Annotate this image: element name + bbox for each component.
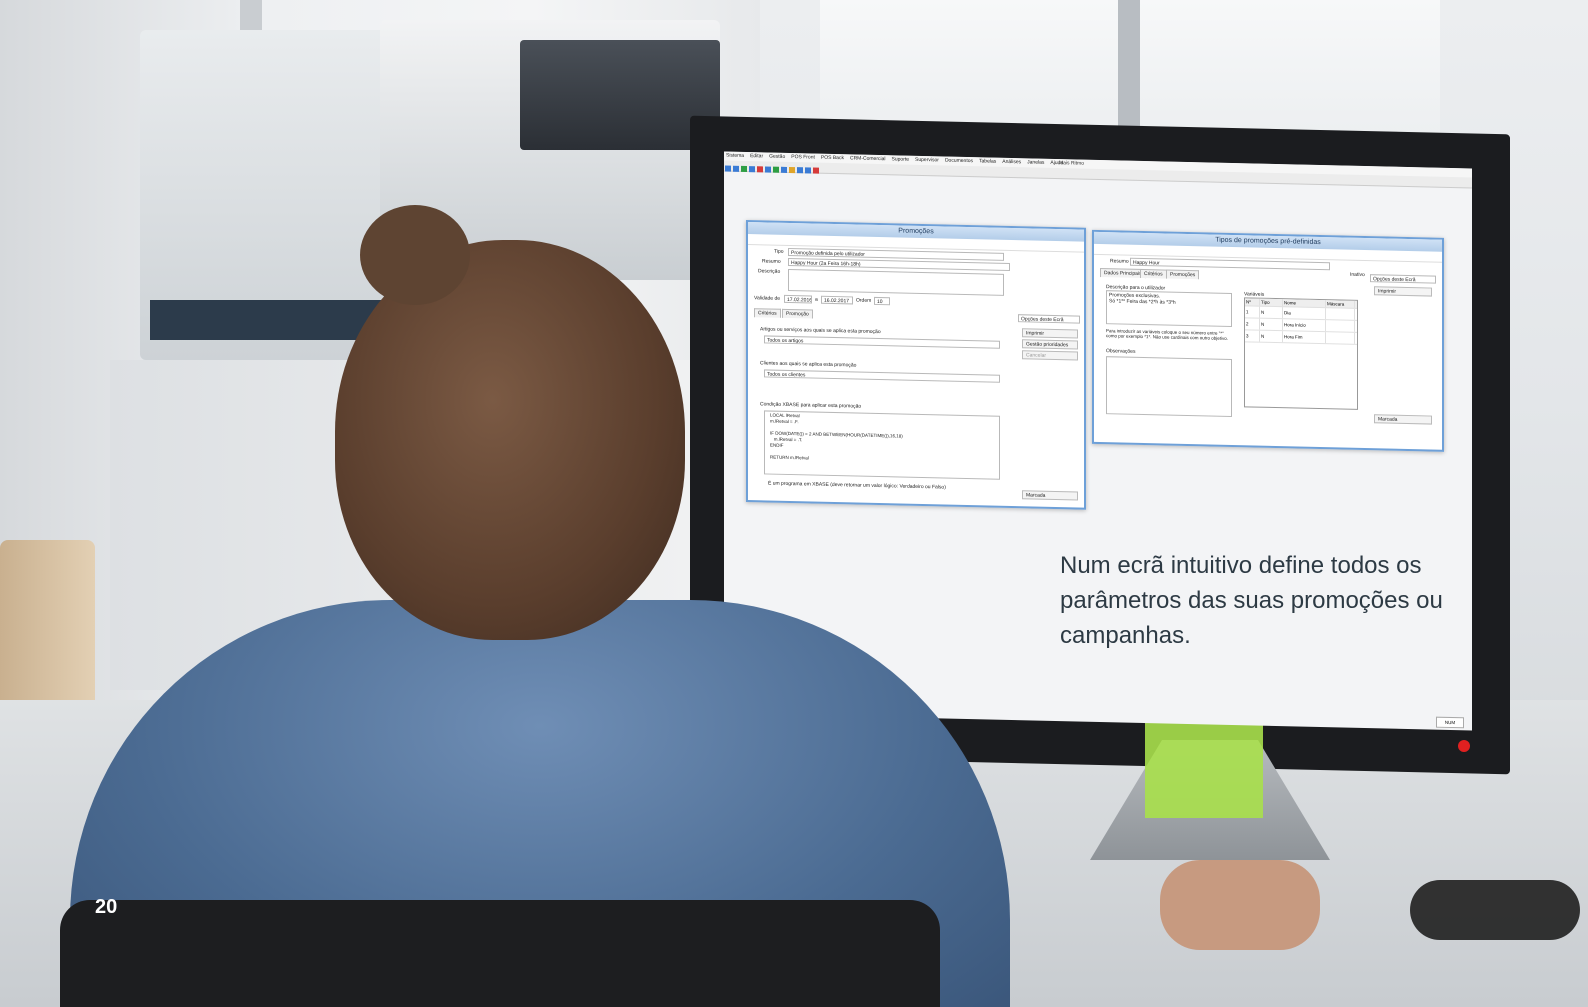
table-cell bbox=[1326, 308, 1355, 320]
resumo-label: Resumo bbox=[1110, 258, 1129, 265]
column-header: Nome bbox=[1283, 299, 1326, 308]
toolbar-icon[interactable] bbox=[773, 166, 779, 173]
table-cell: 3 bbox=[1245, 330, 1260, 342]
promocoes-window: Promoções Tipo Promoção definida pelo ut… bbox=[746, 220, 1086, 510]
toolbar-icon[interactable] bbox=[741, 165, 747, 173]
toolbar-icon[interactable] bbox=[757, 166, 763, 173]
tab-dados-principais[interactable]: Dados Principais bbox=[1100, 268, 1146, 279]
gestao-prioridades-button[interactable]: Gestão prioridades bbox=[1022, 339, 1078, 350]
caption-text: Num ecrã intuitivo define todos os parâm… bbox=[1060, 552, 1443, 649]
inativo-checkbox[interactable]: Inativo bbox=[1350, 272, 1365, 278]
cable bbox=[1410, 880, 1580, 940]
column-header: Máscara bbox=[1326, 300, 1355, 308]
menu-item[interactable]: Tabelas bbox=[979, 157, 996, 166]
person-hair-bun bbox=[360, 205, 470, 305]
opcoes-select[interactable]: Opções deste Ecrã bbox=[1370, 274, 1436, 284]
artigos-select[interactable]: Todos os artigos bbox=[764, 335, 1000, 349]
menu-item[interactable]: Análises bbox=[1002, 158, 1021, 167]
office-photo: Sistema Editar Gestão POS Front POS Back CRM-… bbox=[0, 0, 1588, 1007]
toolbar-icon[interactable] bbox=[797, 167, 803, 174]
toolbar-icon[interactable] bbox=[813, 167, 819, 174]
table-cell: N bbox=[1260, 318, 1283, 331]
descricao-field[interactable] bbox=[788, 268, 1004, 296]
toolbar-icon[interactable] bbox=[733, 165, 739, 172]
table-cell: N bbox=[1260, 330, 1283, 343]
validade-from[interactable]: 17.02.2016 bbox=[784, 294, 812, 304]
toolbar-icon[interactable] bbox=[789, 166, 795, 174]
toolbar-icon[interactable] bbox=[765, 166, 771, 173]
table-cell: Hora Fim bbox=[1283, 331, 1326, 344]
page-number: 20 bbox=[95, 896, 118, 918]
table-cell: Hora Início bbox=[1283, 319, 1326, 332]
imprimir-button[interactable]: Imprimir bbox=[1374, 286, 1432, 297]
toolbar-icon[interactable] bbox=[725, 165, 731, 172]
toolbar-icon[interactable] bbox=[749, 166, 755, 173]
toolbar-icon[interactable] bbox=[781, 166, 787, 173]
table-cell: Dia bbox=[1283, 307, 1326, 320]
hand-on-mouse bbox=[1160, 860, 1320, 950]
xbase-checkbox-label[interactable]: É um programa em XBASE (deve retornar um… bbox=[768, 481, 946, 491]
table-row[interactable]: 3 N Hora Fim bbox=[1245, 330, 1357, 345]
help-text: Para introduzir as variáveis coloque o s… bbox=[1106, 328, 1229, 341]
table-cell: N bbox=[1260, 306, 1283, 319]
chair bbox=[60, 900, 940, 1007]
validade-separator: a bbox=[815, 296, 818, 303]
table-cell: 1 bbox=[1245, 306, 1260, 318]
marcada-button[interactable]: Marcada bbox=[1374, 414, 1432, 425]
power-led bbox=[1458, 740, 1470, 752]
menu-item[interactable]: Suporte bbox=[892, 155, 910, 164]
artigos-label: Artigos ou serviços aos quais se aplica … bbox=[760, 326, 881, 336]
validade-to[interactable]: 16.02.2017 bbox=[821, 295, 853, 305]
person-head bbox=[335, 240, 685, 640]
tab-criterios[interactable]: Critérios bbox=[754, 308, 781, 318]
observacoes-label: Observações bbox=[1106, 348, 1136, 355]
ordem-label: Ordem bbox=[856, 297, 872, 304]
tipo-label: Tipo bbox=[774, 248, 784, 255]
cancelar-button[interactable]: Cancelar bbox=[1022, 350, 1078, 361]
descricao-field[interactable]: Promoções exclusivas. Só *1** Feira das … bbox=[1106, 290, 1232, 328]
descricao-label: Descrição bbox=[758, 268, 781, 275]
condicao-label: Condição XBASE para aplicar esta promoçã… bbox=[760, 401, 862, 410]
tab-promocao[interactable]: Promoção bbox=[782, 308, 813, 319]
xbase-code: LOCAL lRetval m.lRetval = .F. IF DOW(DAT… bbox=[770, 412, 903, 461]
marcada-button[interactable]: Marcada bbox=[1022, 490, 1078, 501]
table-cell bbox=[1326, 332, 1355, 344]
menu-item[interactable]: Editar bbox=[750, 152, 763, 161]
clientes-select[interactable]: Todos os clientes bbox=[764, 369, 1000, 383]
tab-criterios[interactable]: Critérios bbox=[1140, 268, 1167, 279]
opcoes-select[interactable]: Opções deste Ecrã bbox=[1018, 314, 1080, 324]
resumo-label: Resumo bbox=[762, 258, 781, 265]
menu-item[interactable]: Sistema bbox=[726, 152, 744, 161]
validade-label: Validade de bbox=[754, 295, 781, 302]
menu-item[interactable]: Janelas bbox=[1027, 158, 1044, 167]
column-header: Tipo bbox=[1260, 298, 1283, 307]
toolbar-icon[interactable] bbox=[805, 167, 811, 174]
menu-item[interactable]: Gestão bbox=[769, 153, 785, 162]
observacoes-field[interactable] bbox=[1106, 356, 1232, 418]
table-cell bbox=[1326, 320, 1355, 332]
clientes-label: Clientes aos quais se aplica esta promoç… bbox=[760, 360, 857, 369]
status-num: NUM bbox=[1436, 716, 1464, 729]
tipos-promocoes-window: Tipos de promoções pré-definidas Resumo … bbox=[1092, 229, 1444, 452]
ordem-field[interactable]: 10 bbox=[874, 296, 890, 306]
column-header: Nº bbox=[1245, 298, 1260, 306]
tab-promocoes[interactable]: Promoções bbox=[1166, 269, 1200, 280]
imprimir-button[interactable]: Imprimir bbox=[1022, 328, 1078, 339]
variaveis-table: Nº Tipo Nome Máscara 1 N Dia 2 N Hora In… bbox=[1244, 297, 1358, 410]
table-cell: 2 bbox=[1245, 318, 1260, 330]
